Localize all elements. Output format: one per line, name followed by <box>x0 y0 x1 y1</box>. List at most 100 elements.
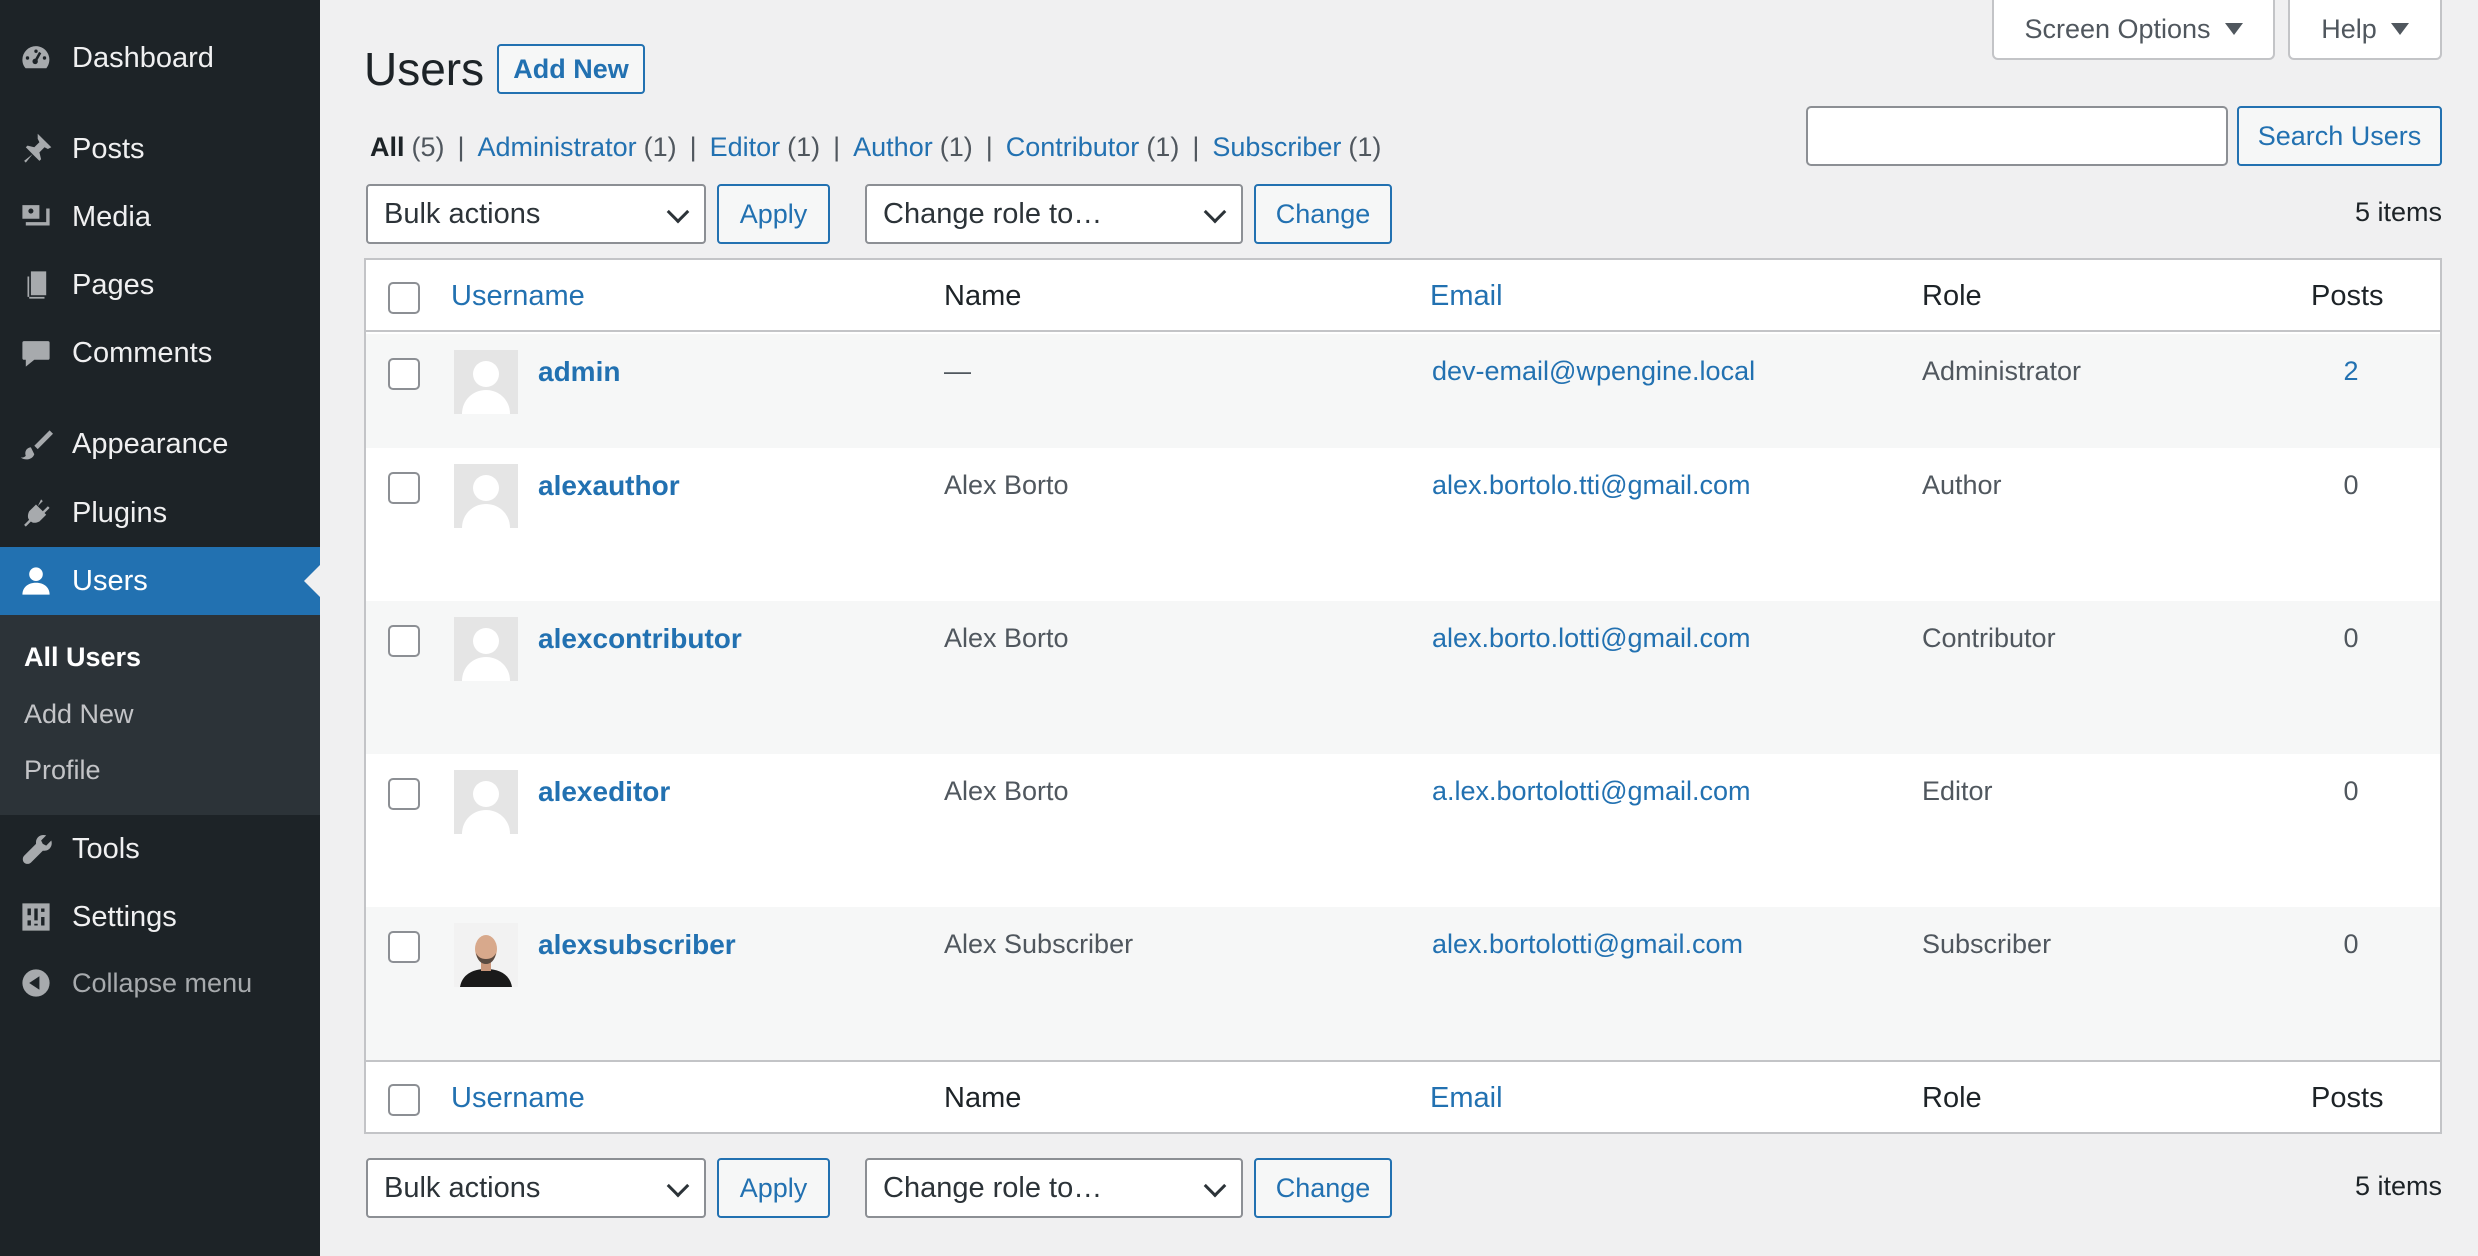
menu-item-settings[interactable]: Settings <box>0 883 320 951</box>
menu-label: Tools <box>72 832 140 865</box>
filter-subscriber[interactable]: Subscriber <box>1212 132 1341 163</box>
user-email-link[interactable]: alex.bortolo.tti@gmail.com <box>1432 470 1751 501</box>
username-link[interactable]: alexeditor <box>538 776 670 808</box>
filter-count: (5) <box>411 132 445 162</box>
avatar <box>454 464 518 528</box>
menu-label: Comments <box>72 336 213 369</box>
search-users-button[interactable]: Search Users <box>2237 106 2442 166</box>
change-button-top[interactable]: Change <box>1254 184 1392 244</box>
user-role: Administrator <box>1922 356 2082 386</box>
column-email[interactable]: Email <box>1430 280 1503 313</box>
users-submenu: All Users Add New Profile <box>0 615 320 815</box>
menu-label: Appearance <box>72 427 229 460</box>
items-count-top: 5 items <box>2354 197 2442 227</box>
filter-count: (1) <box>787 132 821 162</box>
menu-label: Plugins <box>72 496 168 529</box>
filter-author[interactable]: Author <box>853 132 933 163</box>
menu-item-users[interactable]: Users <box>0 547 320 615</box>
menu-item-media[interactable]: Media <box>0 183 320 251</box>
user-name: — <box>944 356 971 386</box>
submenu-item-add-new[interactable]: Add New <box>24 699 134 730</box>
dashboard-icon <box>18 40 54 76</box>
avatar <box>454 350 518 414</box>
chevron-down-icon <box>666 200 690 224</box>
column-role: Role <box>1922 280 1982 312</box>
user-posts: 0 <box>2343 776 2359 806</box>
table-row: alexcontributor Alex Borto alex.borto.lo… <box>366 601 2440 754</box>
row-checkbox[interactable] <box>388 358 420 390</box>
avatar <box>454 770 518 834</box>
role-filter-links: All (5) | Administrator (1) | Editor (1) | Aut… <box>370 132 1382 163</box>
user-name: Alex Borto <box>944 470 1069 500</box>
column-posts: Posts <box>2311 280 2384 312</box>
user-posts: 0 <box>2343 623 2359 653</box>
pin-icon <box>18 131 54 167</box>
submenu-item-all-users[interactable]: All Users <box>24 642 141 673</box>
change-role-select-top[interactable]: Change role to… <box>865 184 1243 244</box>
menu-item-comments[interactable]: Comments <box>0 319 320 387</box>
help-label: Help <box>2321 13 2377 44</box>
table-row: alexsubscriber Alex Subscriber alex.bort… <box>366 907 2440 1060</box>
user-email-link[interactable]: dev-email@wpengine.local <box>1432 356 1755 387</box>
menu-item-plugins[interactable]: Plugins <box>0 479 320 547</box>
user-role: Subscriber <box>1922 929 2052 959</box>
avatar <box>454 617 518 681</box>
username-link[interactable]: alexsubscriber <box>538 929 736 961</box>
bulk-actions-select-bottom[interactable]: Bulk actions <box>366 1158 706 1218</box>
collapse-menu-button[interactable]: Collapse menu <box>0 949 320 1017</box>
menu-item-posts[interactable]: Posts <box>0 115 320 183</box>
avatar <box>454 923 518 987</box>
column-name: Name <box>944 280 1022 312</box>
add-new-user-button[interactable]: Add New <box>497 44 645 94</box>
paintbrush-icon <box>18 426 54 462</box>
menu-label: Media <box>72 200 151 233</box>
filter-editor[interactable]: Editor <box>710 132 781 163</box>
filter-administrator[interactable]: Administrator <box>478 132 637 163</box>
screen-options-button[interactable]: Screen Options <box>1992 0 2275 60</box>
menu-item-pages[interactable]: Pages <box>0 251 320 319</box>
column-username[interactable]: Username <box>451 280 585 313</box>
row-checkbox[interactable] <box>388 931 420 963</box>
filter-contributor[interactable]: Contributor <box>1006 132 1140 163</box>
menu-item-dashboard[interactable]: Dashboard <box>0 24 320 92</box>
bulk-actions-value: Bulk actions <box>384 1171 541 1204</box>
filter-all[interactable]: All <box>370 132 405 163</box>
menu-label: Collapse menu <box>72 967 253 998</box>
help-button[interactable]: Help <box>2288 0 2442 60</box>
menu-item-appearance[interactable]: Appearance <box>0 410 320 478</box>
table-header-row: Username Name Email Role Posts <box>366 260 2440 332</box>
user-name: Alex Borto <box>944 776 1069 806</box>
chevron-down-icon <box>1203 1174 1227 1198</box>
row-checkbox[interactable] <box>388 778 420 810</box>
submenu-item-profile[interactable]: Profile <box>24 755 101 786</box>
chevron-down-icon <box>666 1174 690 1198</box>
apply-button-top[interactable]: Apply <box>717 184 830 244</box>
search-users-input[interactable] <box>1806 106 2228 166</box>
menu-label: Dashboard <box>72 41 214 74</box>
row-checkbox[interactable] <box>388 472 420 504</box>
bulk-actions-select-top[interactable]: Bulk actions <box>366 184 706 244</box>
user-role: Author <box>1922 470 2002 500</box>
select-all-checkbox-bottom[interactable] <box>388 1084 420 1116</box>
username-link[interactable]: alexcontributor <box>538 623 742 655</box>
apply-button-bottom[interactable]: Apply <box>717 1158 830 1218</box>
column-email[interactable]: Email <box>1430 1082 1503 1115</box>
user-email-link[interactable]: alex.borto.lotti@gmail.com <box>1432 623 1751 654</box>
username-link[interactable]: admin <box>538 356 620 388</box>
user-email-link[interactable]: alex.bortolotti@gmail.com <box>1432 929 1743 960</box>
user-email-link[interactable]: a.lex.bortolotti@gmail.com <box>1432 776 1751 807</box>
settings-icon <box>18 899 54 935</box>
column-name: Name <box>944 1082 1022 1114</box>
plugin-icon <box>18 495 54 531</box>
row-checkbox[interactable] <box>388 625 420 657</box>
menu-item-tools[interactable]: Tools <box>0 815 320 883</box>
menu-label: Posts <box>72 132 145 165</box>
user-posts-link[interactable]: 2 <box>2311 356 2391 387</box>
change-button-bottom[interactable]: Change <box>1254 1158 1392 1218</box>
change-role-select-bottom[interactable]: Change role to… <box>865 1158 1243 1218</box>
column-username[interactable]: Username <box>451 1082 585 1115</box>
username-link[interactable]: alexauthor <box>538 470 680 502</box>
user-name: Alex Borto <box>944 623 1069 653</box>
select-all-checkbox[interactable] <box>388 282 420 314</box>
change-role-value: Change role to… <box>883 1171 1103 1204</box>
